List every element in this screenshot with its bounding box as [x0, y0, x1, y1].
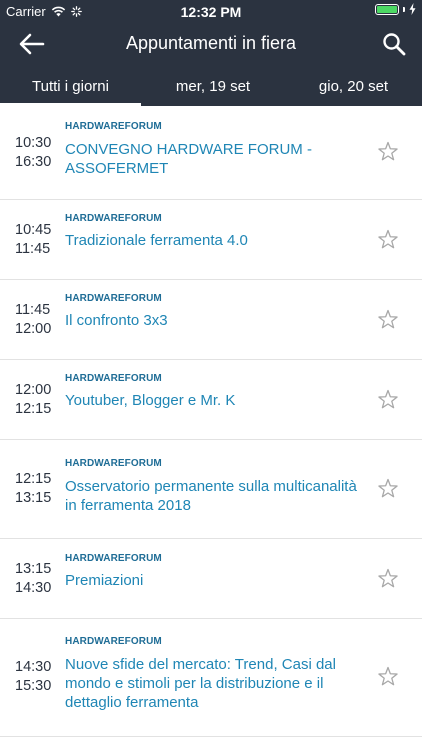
event-title: Nuove sfide del mercato: Trend, Casi dal…: [65, 656, 336, 711]
start-time: 13:15: [15, 561, 52, 577]
back-arrow-icon: [19, 33, 45, 55]
status-bar: Carrier 12:32 PM: [0, 0, 422, 22]
event-tag: HARDWAREFORUM: [65, 636, 162, 647]
start-time: 10:30: [15, 135, 52, 151]
event-title: Il confronto 3x3: [65, 312, 168, 329]
event-times: 12:00 12:15: [15, 381, 51, 419]
start-time: 12:00: [15, 382, 52, 398]
event-title: Youtuber, Blogger e Mr. K: [65, 392, 236, 409]
end-time: 15:30: [15, 678, 52, 694]
event-tag: HARDWAREFORUM: [65, 458, 162, 469]
list-item[interactable]: 10:30 16:30 HARDWAREFORUM CONVEGNO HARDW…: [0, 106, 422, 200]
start-time: 14:30: [15, 659, 52, 675]
list-item[interactable]: 11:45 12:00 HARDWAREFORUM Il confronto 3…: [0, 280, 422, 360]
event-times: 12:15 13:15: [15, 470, 51, 508]
star-icon[interactable]: [376, 140, 400, 164]
event-times: 14:30 15:30: [15, 658, 51, 696]
search-icon: [383, 33, 406, 56]
tab-thu-20-sep[interactable]: gio, 20 set: [285, 66, 422, 106]
list-item[interactable]: 12:00 12:15 HARDWAREFORUM Youtuber, Blog…: [0, 360, 422, 440]
back-button[interactable]: [14, 30, 48, 58]
star-icon[interactable]: [376, 477, 400, 501]
star-icon[interactable]: [376, 388, 400, 412]
nav-bar: Appuntamenti in fiera: [0, 22, 422, 66]
tab-all-days[interactable]: Tutti i giorni: [0, 66, 141, 106]
status-time: 12:32 PM: [180, 4, 242, 20]
end-time: 12:00: [15, 321, 52, 337]
list-item[interactable]: 12:15 13:15 HARDWAREFORUM Osservatorio p…: [0, 440, 422, 539]
event-tag: HARDWAREFORUM: [65, 373, 162, 384]
day-tabs: Tutti i giorni mer, 19 set gio, 20 set: [0, 66, 422, 106]
battery-icon: [375, 3, 399, 15]
event-title: Tradizionale ferramenta 4.0: [65, 232, 248, 249]
star-icon[interactable]: [376, 228, 400, 252]
event-tag: HARDWAREFORUM: [65, 553, 162, 564]
event-times: 13:15 14:30: [15, 560, 51, 598]
list-item[interactable]: 10:45 11:45 HARDWAREFORUM Tradizionale f…: [0, 200, 422, 280]
event-tag: HARDWAREFORUM: [65, 213, 162, 224]
search-button[interactable]: [380, 30, 408, 58]
event-title: Premiazioni: [65, 572, 144, 589]
list-item[interactable]: 14:30 15:30 HARDWAREFORUM Nuove sfide de…: [0, 619, 422, 737]
battery-tip: [403, 6, 405, 12]
end-time: 13:15: [15, 490, 52, 506]
event-tag: HARDWAREFORUM: [65, 293, 162, 304]
event-title: Osservatorio permanente sulla multicanal…: [65, 478, 357, 514]
event-times: 11:45 12:00: [15, 301, 51, 339]
event-times: 10:45 11:45: [15, 221, 51, 259]
event-tag: HARDWAREFORUM: [65, 121, 162, 132]
star-icon[interactable]: [376, 567, 400, 591]
end-time: 14:30: [15, 580, 52, 596]
end-time: 12:15: [15, 401, 52, 417]
start-time: 10:45: [15, 222, 52, 238]
tab-wed-19-sep[interactable]: mer, 19 set: [141, 66, 285, 106]
event-list: 10:30 16:30 HARDWAREFORUM CONVEGNO HARDW…: [0, 106, 422, 737]
event-title: CONVEGNO HARDWARE FORUM - ASSOFERMET: [65, 141, 312, 177]
status-right: [375, 3, 416, 15]
event-times: 10:30 16:30: [15, 134, 51, 172]
end-time: 16:30: [15, 154, 52, 170]
end-time: 11:45: [15, 241, 51, 257]
start-time: 11:45: [15, 302, 51, 318]
page-title: Appuntamenti in fiera: [125, 33, 297, 53]
start-time: 12:15: [15, 471, 52, 487]
charging-bolt-icon: [409, 3, 416, 15]
star-icon[interactable]: [376, 665, 400, 689]
list-item[interactable]: 13:15 14:30 HARDWAREFORUM Premiazioni: [0, 539, 422, 619]
star-icon[interactable]: [376, 308, 400, 332]
